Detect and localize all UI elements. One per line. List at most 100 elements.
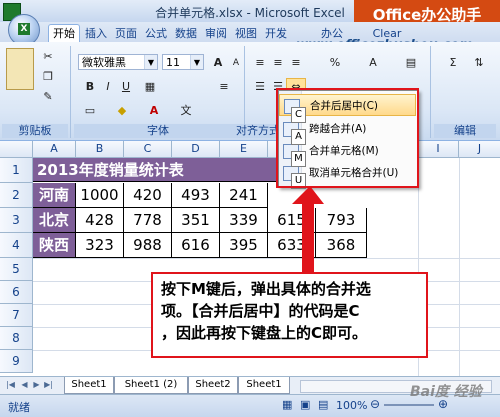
row-header[interactable]: 7 (0, 304, 33, 327)
column-header[interactable]: B (76, 141, 124, 158)
row-header[interactable]: 2 (0, 183, 33, 208)
table-cell[interactable]: 493 (172, 183, 220, 208)
zoom-level[interactable]: 100% (336, 399, 367, 412)
tab-home[interactable]: 开始 (48, 24, 80, 43)
last-sheet-icon[interactable]: ▶| (44, 379, 53, 391)
select-all-corner[interactable] (0, 141, 33, 158)
bold-button[interactable]: B (80, 78, 100, 96)
callout-line: ，因此再按下键盘上的C即可。 (161, 324, 368, 342)
table-cell[interactable]: 778 (124, 208, 172, 233)
column-header[interactable]: J (459, 141, 500, 158)
office-logo-icon: X (18, 23, 30, 35)
column-header[interactable]: C (124, 141, 172, 158)
row-header[interactable]: 4 (0, 233, 33, 258)
sum-icon[interactable]: Σ (440, 54, 466, 78)
instruction-callout: 按下M键后，弹出具体的合并选 项。【合并后居中】的代码是C ，因此再按下键盘上的… (151, 272, 428, 358)
table-cell[interactable]: 988 (124, 233, 172, 258)
tab-review[interactable]: 审阅 (202, 25, 230, 42)
align-left-icon[interactable]: ☰ (250, 78, 270, 96)
highlight-frame (276, 88, 419, 188)
next-sheet-icon[interactable]: ▶ (32, 379, 41, 391)
sheet-tab[interactable]: Sheet1 (238, 377, 290, 394)
table-cell[interactable]: 616 (172, 233, 220, 258)
sheet-tab[interactable]: Sheet1 (2) (114, 377, 188, 394)
row-header[interactable]: 8 (0, 327, 33, 350)
row-header[interactable]: 5 (0, 258, 33, 281)
font-size-value: 11 (166, 56, 180, 69)
table-cell[interactable]: 420 (124, 183, 172, 208)
borders-icon[interactable]: ▦ (140, 78, 160, 96)
gridline (33, 258, 500, 259)
italic-button[interactable]: I (98, 78, 118, 96)
callout-line: 项。【合并后居中】的代码是C (161, 302, 360, 320)
grow-font-icon[interactable]: A (208, 54, 228, 72)
copy-icon[interactable]: ❐ (38, 68, 58, 86)
callout-arrow (292, 186, 324, 274)
first-sheet-icon[interactable]: |◀ (6, 379, 15, 391)
sort-filter-icon[interactable]: ⇅ (466, 54, 492, 78)
fill-color-icon[interactable]: ◆ (112, 102, 132, 120)
column-header[interactable]: I (418, 141, 459, 158)
align-middle-icon[interactable]: ≡ (268, 54, 288, 72)
tab-formula[interactable]: 公式 (142, 25, 170, 42)
gridline (459, 158, 460, 377)
table-cell[interactable]: 323 (76, 233, 124, 258)
align-top-icon[interactable]: ≡ (214, 78, 234, 96)
group-edit-label: 编辑 (434, 124, 496, 138)
table-cell[interactable]: 351 (172, 208, 220, 233)
format-painter-icon[interactable]: ✎ (38, 88, 58, 106)
sheet-tab[interactable]: Sheet1 (64, 377, 114, 394)
font-name-combo[interactable]: 微软雅黑 ▼ (78, 54, 158, 70)
status-bar: 就绪 ▦ ▣ ▤ 100% ⊖ ⊕ Bai度 经验 (0, 384, 500, 417)
group-font-label: 字体 (74, 124, 242, 138)
table-cell[interactable]: 1000 (76, 183, 124, 208)
view-normal-icon[interactable]: ▦ (282, 398, 292, 411)
title-bar: 合并单元格.xlsx - Microsoft Excel Office办公助手 (0, 0, 500, 30)
row-header[interactable]: 6 (0, 281, 33, 304)
wen-button[interactable]: 文 (176, 102, 196, 120)
table-cell[interactable]: 陕西 (33, 233, 76, 258)
underline-button[interactable]: U (116, 78, 136, 96)
zoom-out-icon[interactable]: ⊖ (370, 397, 380, 411)
table-cell[interactable]: 241 (220, 183, 268, 208)
paste-icon[interactable] (6, 48, 34, 90)
column-header[interactable]: A (33, 141, 76, 158)
chevron-down-icon: ▼ (190, 55, 203, 69)
table-cell[interactable]: 河南 (33, 183, 76, 208)
align-bottom-icon[interactable]: ≡ (286, 54, 306, 72)
prev-sheet-icon[interactable]: ◀ (20, 379, 29, 391)
view-layout-icon[interactable]: ▣ (300, 398, 310, 411)
row-header[interactable]: 1 (0, 158, 33, 183)
font-color-button[interactable]: A (144, 102, 164, 120)
cells-icon[interactable]: ▤ (398, 54, 424, 78)
cut-icon[interactable]: ✂ (38, 48, 58, 66)
align-top-icon[interactable]: ≡ (250, 54, 270, 72)
table-cell[interactable]: 428 (76, 208, 124, 233)
sheet-tab[interactable]: Sheet2 (188, 377, 238, 394)
view-pagebreak-icon[interactable]: ▤ (318, 398, 328, 411)
row-header[interactable]: 9 (0, 350, 33, 373)
ribbon-divider (430, 46, 431, 138)
tab-developer[interactable]: 开发 (262, 25, 290, 42)
status-mode: 就绪 (8, 401, 30, 414)
table-cell[interactable]: 北京 (33, 208, 76, 233)
zoom-slider[interactable] (384, 404, 434, 406)
tab-data[interactable]: 数据 (172, 25, 200, 42)
border-style-icon[interactable]: ▭ (80, 102, 100, 120)
tab-page[interactable]: 页面 (112, 25, 140, 42)
ribbon-divider (70, 46, 71, 138)
styles-icon[interactable]: A (360, 54, 386, 78)
column-header[interactable]: D (172, 141, 220, 158)
shrink-font-icon[interactable]: A (226, 54, 246, 72)
font-size-combo[interactable]: 11 ▼ (162, 54, 204, 70)
row-header[interactable]: 3 (0, 208, 33, 233)
ribbon: ✂ ❐ ✎ 剪贴板 微软雅黑 ▼ 11 ▼ A A B I U ▦ ▭ ◆ A 文 … (0, 42, 500, 141)
percent-icon[interactable]: % (322, 54, 348, 78)
table-cell[interactable]: 395 (220, 233, 268, 258)
tab-insert[interactable]: 插入 (82, 25, 110, 42)
column-header[interactable]: E (220, 141, 268, 158)
baidu-watermark: Bai度 经验 (410, 384, 482, 400)
table-cell[interactable]: 339 (220, 208, 268, 233)
chevron-down-icon: ▼ (144, 55, 157, 69)
tab-view[interactable]: 视图 (232, 25, 260, 42)
